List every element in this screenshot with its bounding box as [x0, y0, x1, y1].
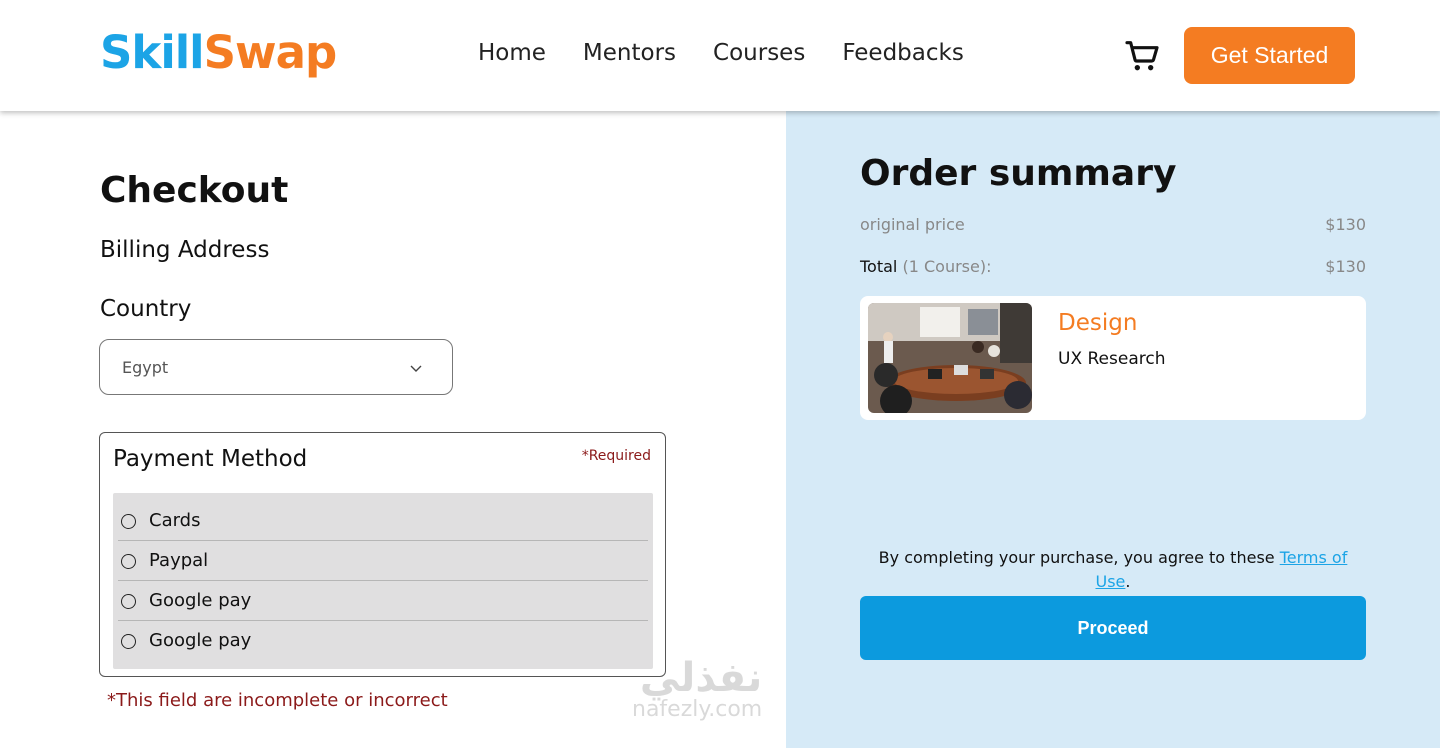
- payment-option-label: Google pay: [149, 630, 252, 651]
- nav-courses[interactable]: Courses: [713, 40, 805, 66]
- radio-button[interactable]: [121, 554, 136, 569]
- payment-options: Cards Paypal Google pay Google pay: [113, 493, 653, 669]
- nav-mentors[interactable]: Mentors: [583, 40, 676, 66]
- country-value: Egypt: [122, 358, 169, 377]
- proceed-button[interactable]: Proceed: [860, 596, 1366, 660]
- checkout-title: Checkout: [100, 170, 289, 211]
- course-category: Design: [1058, 310, 1138, 336]
- total-value: $130: [1325, 257, 1366, 276]
- skillswap-logo[interactable]: SkillSwap: [100, 26, 338, 79]
- terms-notice: By completing your purchase, you agree t…: [860, 546, 1366, 594]
- nav-home[interactable]: Home: [478, 40, 546, 66]
- cart-icon[interactable]: [1122, 36, 1162, 76]
- radio-button[interactable]: [121, 514, 136, 529]
- logo-part-skill: Skill: [100, 26, 205, 79]
- billing-address-heading: Billing Address: [100, 237, 270, 263]
- payment-option-google-pay[interactable]: Google pay: [118, 581, 648, 621]
- original-price-row: original price $130: [860, 215, 1366, 234]
- original-price-value: $130: [1325, 215, 1366, 234]
- radio-button[interactable]: [121, 634, 136, 649]
- payment-option-cards[interactable]: Cards: [118, 501, 648, 541]
- top-header: SkillSwap Home Mentors Courses Feedbacks…: [0, 0, 1440, 111]
- order-summary-title: Order summary: [860, 153, 1177, 194]
- payment-option-google-pay-2[interactable]: Google pay: [118, 621, 648, 661]
- total-label: Total: [860, 257, 898, 276]
- country-label: Country: [100, 296, 192, 322]
- course-card[interactable]: Design UX Research: [860, 296, 1366, 420]
- payment-method-box: Payment Method *Required Cards Paypal Go…: [99, 432, 666, 677]
- chevron-down-icon: [408, 360, 424, 376]
- logo-part-swap: Swap: [203, 26, 338, 79]
- required-note: *Required: [581, 448, 651, 464]
- course-thumbnail: [868, 303, 1032, 413]
- validation-error: *This field are incomplete or incorrect: [107, 690, 448, 711]
- payment-option-label: Paypal: [149, 550, 209, 571]
- terms-period: .: [1125, 572, 1131, 591]
- course-name: UX Research: [1058, 349, 1166, 369]
- country-select[interactable]: Egypt: [99, 339, 453, 395]
- nav-feedbacks[interactable]: Feedbacks: [842, 40, 964, 66]
- original-price-label: original price: [860, 215, 965, 234]
- payment-method-title: Payment Method: [113, 446, 308, 472]
- payment-option-label: Cards: [149, 510, 201, 531]
- watermark-latin: nafezly.com: [632, 697, 763, 722]
- terms-text: By completing your purchase, you agree t…: [878, 548, 1280, 567]
- total-course-count: (1 Course):: [902, 257, 992, 276]
- radio-button[interactable]: [121, 594, 136, 609]
- payment-option-label: Google pay: [149, 590, 252, 611]
- payment-option-paypal[interactable]: Paypal: [118, 541, 648, 581]
- get-started-button[interactable]: Get Started: [1184, 27, 1355, 84]
- total-row: Total (1 Course): $130: [860, 257, 1366, 276]
- main-nav: Home Mentors Courses Feedbacks: [478, 40, 964, 66]
